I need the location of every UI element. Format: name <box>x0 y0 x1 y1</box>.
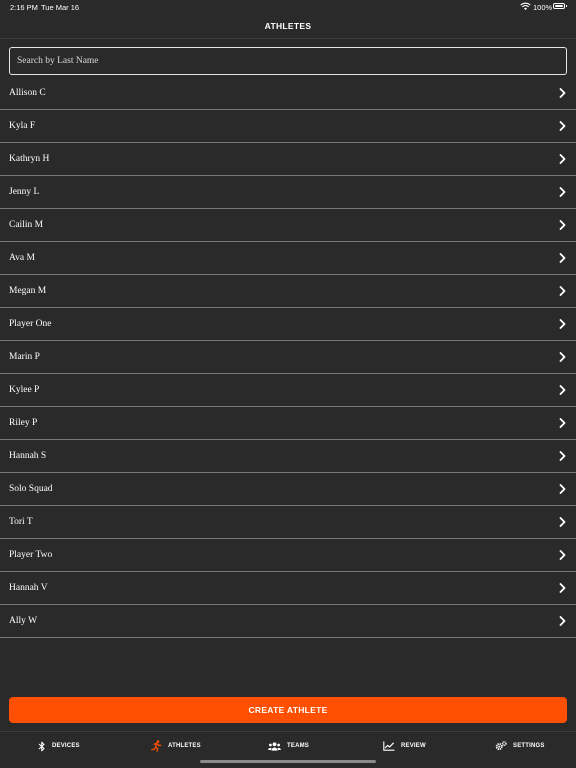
athlete-name: Riley P <box>9 418 38 428</box>
tab-bar: DEVICES ATHLETES TEAMS REVIEW SETTINGS <box>0 732 576 760</box>
runner-icon <box>151 740 162 752</box>
chevron-right-icon <box>559 418 566 428</box>
search-container <box>9 47 567 75</box>
athlete-row[interactable]: Cailin M <box>0 209 576 242</box>
athlete-name: Allison C <box>9 88 46 98</box>
tab-devices-label: DEVICES <box>52 743 80 749</box>
athlete-row[interactable]: Ava M <box>0 242 576 275</box>
athlete-list: Allison C Kyla F Kathryn H Jenny L Cailin M A… <box>0 77 576 638</box>
athlete-row[interactable]: Player One <box>0 308 576 341</box>
tab-settings-label: SETTINGS <box>513 743 545 749</box>
status-date: Tue Mar 16 <box>41 3 80 12</box>
athlete-row[interactable]: Allison C <box>0 77 576 110</box>
athlete-name: Megan M <box>9 286 47 296</box>
search-input[interactable] <box>10 48 566 74</box>
home-indicator <box>200 760 376 763</box>
athlete-row[interactable]: Kylee P <box>0 374 576 407</box>
athlete-name: Ava M <box>9 253 35 263</box>
chevron-right-icon <box>559 154 566 164</box>
athlete-row[interactable]: Jenny L <box>0 176 576 209</box>
chart-line-icon <box>383 741 395 751</box>
athlete-row[interactable]: Solo Squad <box>0 473 576 506</box>
chevron-right-icon <box>559 550 566 560</box>
chevron-right-icon <box>559 385 566 395</box>
athlete-name: Player One <box>9 319 52 329</box>
athlete-name: Kylee P <box>9 385 40 395</box>
tab-devices[interactable]: DEVICES <box>38 732 80 760</box>
chevron-right-icon <box>559 484 566 494</box>
athlete-name: Kathryn H <box>9 154 50 164</box>
wifi-icon <box>520 2 531 11</box>
athlete-row[interactable]: Hannah S <box>0 440 576 473</box>
chevron-right-icon <box>559 583 566 593</box>
athlete-name: Ally W <box>9 616 38 626</box>
tab-teams-label: TEAMS <box>287 743 309 749</box>
athlete-row[interactable]: Tori T <box>0 506 576 539</box>
chevron-right-icon <box>559 517 566 527</box>
chevron-right-icon <box>559 352 566 362</box>
gears-icon <box>495 741 507 751</box>
group-icon <box>268 741 281 751</box>
athlete-row[interactable]: Megan M <box>0 275 576 308</box>
status-bar: 2:16 PM Tue Mar 16 100% <box>0 0 576 14</box>
tab-review-label: REVIEW <box>401 743 426 749</box>
bluetooth-icon <box>38 741 45 751</box>
tab-athletes[interactable]: ATHLETES <box>151 732 201 760</box>
athlete-name: Marin P <box>9 352 40 362</box>
chevron-right-icon <box>559 616 566 626</box>
page-title: ATHLETES <box>264 21 312 31</box>
chevron-right-icon <box>559 121 566 131</box>
athlete-name: Hannah S <box>9 451 47 461</box>
athlete-row[interactable]: Kyla F <box>0 110 576 143</box>
athlete-name: Cailin M <box>9 220 44 230</box>
chevron-right-icon <box>559 319 566 329</box>
create-athlete-button[interactable]: CREATE ATHLETE <box>9 697 567 723</box>
chevron-right-icon <box>559 451 566 461</box>
tab-review[interactable]: REVIEW <box>383 732 426 760</box>
chevron-right-icon <box>559 187 566 197</box>
athlete-name: Solo Squad <box>9 484 53 494</box>
battery-percent: 100% <box>533 3 553 12</box>
athlete-row[interactable]: Hannah V <box>0 572 576 605</box>
athlete-name: Hannah V <box>9 583 48 593</box>
athlete-row[interactable]: Marin P <box>0 341 576 374</box>
athlete-name: Jenny L <box>9 187 40 197</box>
chevron-right-icon <box>559 220 566 230</box>
chevron-right-icon <box>559 286 566 296</box>
tab-settings[interactable]: SETTINGS <box>495 732 545 760</box>
tab-athletes-label: ATHLETES <box>168 743 201 749</box>
chevron-right-icon <box>559 88 566 98</box>
status-time: 2:16 PM <box>10 3 38 12</box>
athlete-name: Player Two <box>9 550 53 560</box>
athlete-name: Kyla F <box>9 121 36 131</box>
chevron-right-icon <box>559 253 566 263</box>
athlete-name: Tori T <box>9 517 33 527</box>
athlete-row[interactable]: Ally W <box>0 605 576 638</box>
athlete-row[interactable]: Player Two <box>0 539 576 572</box>
battery-icon <box>553 3 567 9</box>
athlete-row[interactable]: Kathryn H <box>0 143 576 176</box>
tab-teams[interactable]: TEAMS <box>268 732 309 760</box>
header-divider <box>0 38 576 39</box>
athlete-row[interactable]: Riley P <box>0 407 576 440</box>
